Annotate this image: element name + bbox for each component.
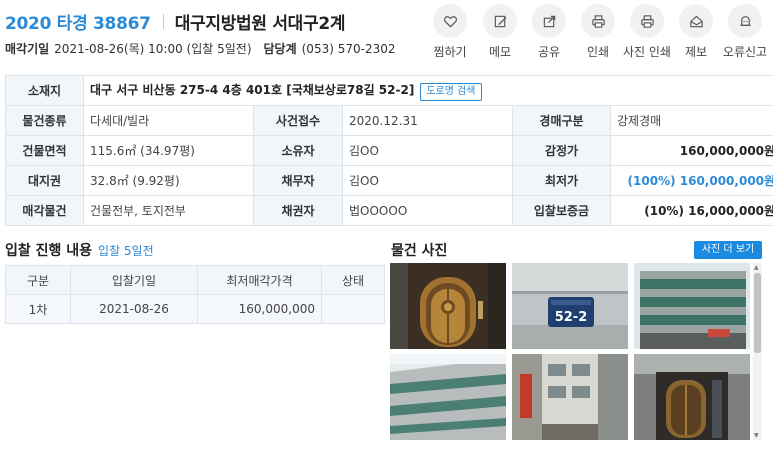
case-filed-value: 2020.12.31 bbox=[342, 105, 513, 136]
photo-scrollbar[interactable]: ▲ ▼ bbox=[753, 263, 762, 440]
photos-title: 물건 사진 bbox=[391, 243, 448, 259]
appraisal-label: 감정가 bbox=[512, 135, 611, 166]
bid-col-status: 상태 bbox=[321, 265, 385, 295]
property-type-label: 물건종류 bbox=[5, 105, 84, 136]
owner-label: 소유자 bbox=[253, 135, 343, 166]
case-header: 2020 타경 38867 대구지방법원 서대구2계 매각기일 2021-08-… bbox=[0, 0, 773, 66]
property-type-value: 다세대/빌라 bbox=[83, 105, 254, 136]
report-button[interactable]: 제보 bbox=[671, 4, 721, 60]
bell-icon bbox=[739, 15, 751, 26]
bid-title: 입찰 진행 내용 bbox=[5, 243, 93, 259]
debtor-value: 김OO bbox=[342, 165, 513, 196]
land-right-label: 대지권 bbox=[5, 165, 84, 196]
bid-section-title: 입찰 진행 내용 입찰 5일전 bbox=[5, 240, 154, 260]
share-icon bbox=[543, 15, 555, 27]
bid-days-left: 입찰 5일전 bbox=[98, 244, 154, 258]
case-filed-label: 사건접수 bbox=[253, 105, 343, 136]
address-sign-text: 52-2 bbox=[555, 310, 588, 325]
photo-print-icon bbox=[640, 14, 654, 28]
case-meta: 매각기일 2021-08-26(목) 10:00 (입찰 5일전) 담당계 (0… bbox=[5, 40, 407, 57]
photo-print-label: 사진 인쇄 bbox=[623, 45, 671, 59]
creditor-value: 법OOOOO bbox=[342, 195, 513, 226]
error-report-label: 오류신고 bbox=[722, 45, 768, 59]
photo-print-button[interactable]: 사진 인쇄 bbox=[622, 4, 672, 60]
info-row: 매각물건 건물전부, 토지전부 채권자 법OOOOO 입찰보증금 (10%) 1… bbox=[5, 195, 773, 226]
title-divider bbox=[162, 14, 164, 29]
appraisal-value: 160,000,000원 bbox=[609, 135, 773, 166]
photo-thumbnail[interactable] bbox=[634, 354, 750, 440]
memo-label: 메모 bbox=[488, 45, 512, 59]
deposit-value: (10%) 16,000,000원 bbox=[609, 195, 773, 226]
building-area-value: 115.6㎡ (34.97평) bbox=[83, 135, 254, 166]
creditor-label: 채권자 bbox=[253, 195, 343, 226]
debtor-label: 채무자 bbox=[253, 165, 343, 196]
photo-thumbnail[interactable]: 52-2 bbox=[512, 263, 628, 349]
info-row: 건물면적 115.6㎡ (34.97평) 소유자 김OO 감정가 160,000… bbox=[5, 135, 773, 166]
photo-thumbnail[interactable] bbox=[390, 354, 506, 440]
case-number: 2020 타경 38867 bbox=[5, 14, 151, 34]
location-cell: 대구 서구 비산동 275-4 4층 401호 [국채보상로78길 52-2] 도… bbox=[82, 75, 773, 106]
property-info-table: 소재지 대구 서구 비산동 275-4 4층 401호 [국채보상로78길 52… bbox=[5, 75, 773, 226]
dept-phone: (053) 570-2302 bbox=[301, 41, 396, 56]
memo-icon bbox=[494, 15, 507, 27]
favorite-button[interactable]: 찜하기 bbox=[425, 4, 475, 60]
action-toolbar: 찜하기 메모 공유 인쇄 사진 인쇄 제보 오류신고 bbox=[420, 4, 773, 62]
scroll-down-icon[interactable]: ▼ bbox=[754, 432, 759, 439]
location-row: 소재지 대구 서구 비산동 275-4 4층 401호 [국채보상로78길 52… bbox=[5, 75, 773, 106]
bid-price: 160,000,000 bbox=[197, 294, 322, 324]
bid-col-price: 최저매각가격 bbox=[197, 265, 322, 295]
heart-icon bbox=[443, 15, 457, 28]
owner-value: 김OO bbox=[342, 135, 513, 166]
favorite-label: 찜하기 bbox=[433, 45, 467, 59]
share-button[interactable]: 공유 bbox=[524, 4, 574, 60]
auction-type-label: 경매구분 bbox=[512, 105, 611, 136]
bid-col-round: 구분 bbox=[5, 265, 71, 295]
bid-col-date: 입찰기일 bbox=[70, 265, 198, 295]
sale-date-label: 매각기일 bbox=[5, 42, 50, 56]
minimum-price-label: 최저가 bbox=[512, 165, 611, 196]
scrollbar-thumb[interactable] bbox=[754, 273, 761, 353]
report-label: 제보 bbox=[684, 45, 708, 59]
photo-thumbnail[interactable] bbox=[390, 263, 506, 349]
print-label: 인쇄 bbox=[586, 45, 610, 59]
info-row: 대지권 32.8㎡ (9.92평) 채무자 김OO 최저가 (100%) 160… bbox=[5, 165, 773, 196]
info-row: 물건종류 다세대/빌라 사건접수 2020.12.31 경매구분 강제경매 bbox=[5, 105, 773, 136]
bid-date: 2021-08-26 bbox=[70, 294, 198, 324]
print-icon bbox=[591, 14, 605, 28]
report-icon bbox=[689, 15, 703, 27]
error-report-button[interactable]: 오류신고 bbox=[720, 4, 770, 60]
dept-label: 담당계 bbox=[263, 42, 297, 56]
location-label: 소재지 bbox=[5, 75, 84, 106]
photo-thumbnail[interactable] bbox=[512, 354, 628, 440]
photo-grid: 52-2 bbox=[390, 263, 762, 440]
bid-table: 구분 입찰기일 최저매각가격 상태 1차 2021-08-26 160,000,… bbox=[5, 265, 385, 324]
sale-items-value: 건물전부, 토지전부 bbox=[83, 195, 254, 226]
bid-table-header: 구분 입찰기일 최저매각가격 상태 bbox=[5, 265, 385, 295]
photo-thumbnail[interactable] bbox=[634, 263, 750, 349]
land-right-value: 32.8㎡ (9.92평) bbox=[83, 165, 254, 196]
bid-status bbox=[321, 294, 385, 324]
court-name: 대구지방법원 서대구2계 bbox=[174, 14, 346, 34]
table-row: 1차 2021-08-26 160,000,000 bbox=[5, 294, 385, 324]
deposit-label: 입찰보증금 bbox=[512, 195, 611, 226]
sale-date-value: 2021-08-26(목) 10:00 (입찰 5일전) bbox=[54, 42, 252, 56]
share-label: 공유 bbox=[537, 45, 561, 59]
road-search-button[interactable]: 도로명 검색 bbox=[420, 82, 482, 101]
minimum-price-value: (100%) 160,000,000원 bbox=[609, 165, 773, 196]
location-address: 대구 서구 비산동 275-4 4층 401호 [국채보상로78길 52-2] bbox=[90, 82, 415, 97]
more-photos-button[interactable]: 사진 더 보기 bbox=[694, 241, 762, 259]
auction-type-value: 강제경매 bbox=[609, 105, 773, 136]
print-button[interactable]: 인쇄 bbox=[573, 4, 623, 60]
scroll-up-icon[interactable]: ▲ bbox=[754, 264, 759, 271]
bid-round: 1차 bbox=[5, 294, 71, 324]
memo-button[interactable]: 메모 bbox=[475, 4, 525, 60]
case-title-line: 2020 타경 38867 대구지방법원 서대구2계 bbox=[5, 9, 346, 34]
sale-items-label: 매각물건 bbox=[5, 195, 84, 226]
building-area-label: 건물면적 bbox=[5, 135, 84, 166]
